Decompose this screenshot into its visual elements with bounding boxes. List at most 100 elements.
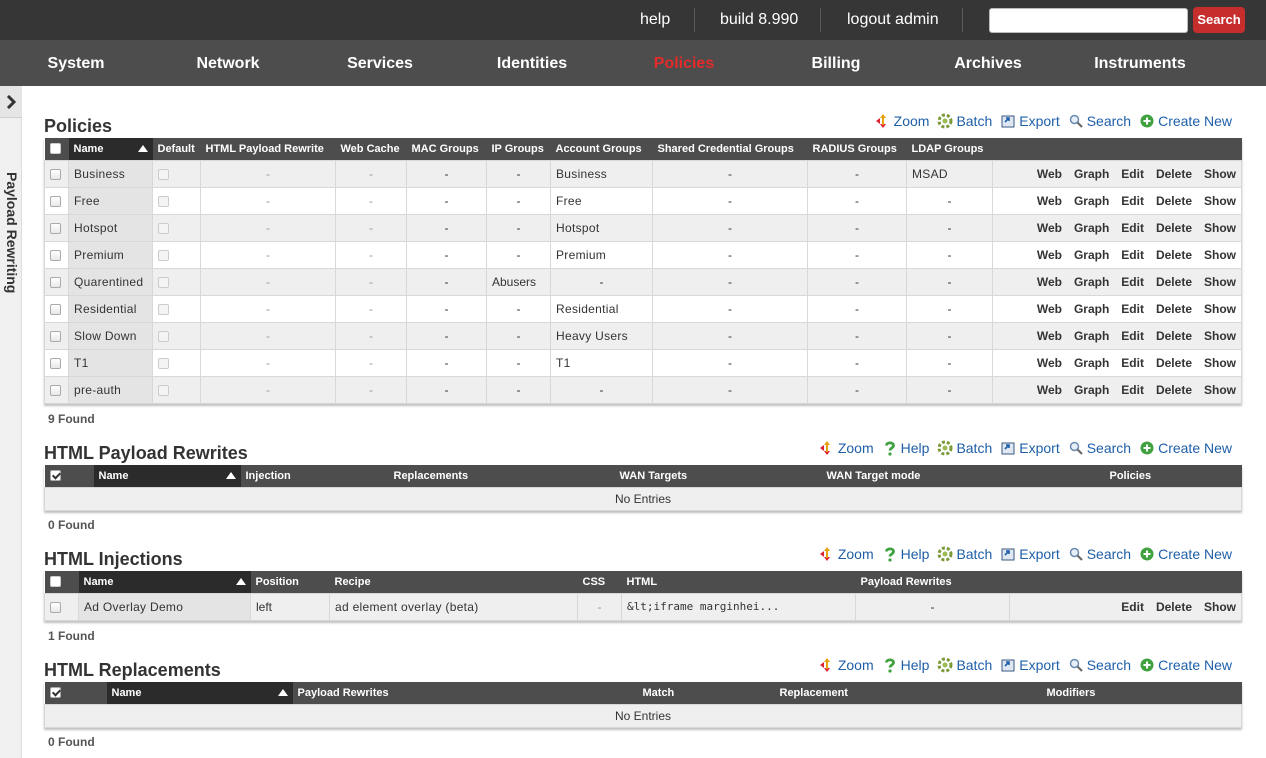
row-account-groups[interactable]: Heavy Users: [550, 321, 653, 350]
column-header[interactable]: Shared Credential Groups: [652, 138, 808, 160]
show-link[interactable]: Show: [1204, 302, 1236, 316]
row-checkbox[interactable]: [44, 213, 69, 242]
row-default[interactable]: [152, 240, 201, 269]
column-header-name[interactable]: Name: [78, 571, 251, 593]
show-link[interactable]: Show: [1204, 275, 1236, 289]
delete-link[interactable]: Delete: [1156, 275, 1192, 289]
export-action[interactable]: Export: [1000, 113, 1060, 129]
row-shared-credential-groups[interactable]: -: [652, 213, 808, 242]
row-name[interactable]: Slow Down: [68, 321, 153, 350]
row-mac-groups[interactable]: -: [406, 240, 487, 269]
web-link[interactable]: Web: [1037, 302, 1062, 316]
row-mac-groups[interactable]: -: [406, 375, 487, 404]
edit-link[interactable]: Edit: [1121, 248, 1144, 262]
table-row[interactable]: Free - - - - Free - - - Web Graph Edit Delete Show: [44, 186, 1242, 215]
graph-link[interactable]: Graph: [1074, 356, 1109, 370]
search-action[interactable]: Search: [1068, 657, 1131, 673]
help-link[interactable]: help: [640, 0, 670, 40]
row-checkbox[interactable]: [44, 592, 79, 621]
column-header[interactable]: HTML: [621, 571, 856, 593]
row-mac-groups[interactable]: -: [406, 348, 487, 377]
show-link[interactable]: Show: [1204, 248, 1236, 262]
row-shared-credential-groups[interactable]: -: [652, 294, 808, 323]
create-new-action[interactable]: Create New: [1139, 113, 1232, 129]
create-new-action[interactable]: Create New: [1139, 657, 1232, 673]
row-radius-groups[interactable]: -: [807, 375, 907, 404]
show-link[interactable]: Show: [1204, 329, 1236, 343]
column-header-name[interactable]: Name: [93, 465, 241, 487]
column-header[interactable]: Payload Rewrites: [855, 571, 1010, 593]
table-row[interactable]: Hotspot - - - - Hotspot - - - Web Graph Edit Delete S…: [44, 213, 1242, 242]
row-account-groups[interactable]: Residential: [550, 294, 653, 323]
row-checkbox[interactable]: [44, 321, 69, 350]
row-account-groups[interactable]: Hotspot: [550, 213, 653, 242]
column-header[interactable]: LDAP Groups: [906, 138, 993, 160]
row-ip-groups[interactable]: -: [486, 213, 551, 242]
row-ip-groups[interactable]: -: [486, 321, 551, 350]
batch-action[interactable]: Batch: [937, 113, 992, 129]
web-link[interactable]: Web: [1037, 356, 1062, 370]
row-name[interactable]: Premium: [68, 240, 153, 269]
nav-instruments[interactable]: Instruments: [1065, 40, 1215, 86]
web-link[interactable]: Web: [1037, 167, 1062, 181]
row-ldap-groups[interactable]: -: [906, 321, 993, 350]
column-header-name[interactable]: Name: [68, 138, 153, 160]
show-link[interactable]: Show: [1204, 383, 1236, 397]
batch-action[interactable]: Batch: [937, 657, 992, 673]
delete-link[interactable]: Delete: [1156, 600, 1192, 614]
web-link[interactable]: Web: [1037, 194, 1062, 208]
row-default[interactable]: [152, 159, 201, 188]
select-all-checkbox[interactable]: [44, 682, 107, 704]
row-ldap-groups[interactable]: -: [906, 294, 993, 323]
row-ip-groups[interactable]: -: [486, 159, 551, 188]
export-action[interactable]: Export: [1000, 657, 1060, 673]
graph-link[interactable]: Graph: [1074, 248, 1109, 262]
row-ldap-groups[interactable]: -: [906, 267, 993, 296]
column-header[interactable]: Modifiers: [1041, 682, 1242, 704]
nav-billing[interactable]: Billing: [761, 40, 911, 86]
export-action[interactable]: Export: [1000, 546, 1060, 562]
row-radius-groups[interactable]: -: [807, 213, 907, 242]
select-all-checkbox[interactable]: [44, 138, 69, 160]
row-mac-groups[interactable]: -: [406, 267, 487, 296]
column-header[interactable]: HTML Payload Rewrite: [200, 138, 336, 160]
row-account-groups[interactable]: T1: [550, 348, 653, 377]
column-header-name[interactable]: Name: [106, 682, 293, 704]
batch-action[interactable]: Batch: [937, 546, 992, 562]
row-name[interactable]: Residential: [68, 294, 153, 323]
web-link[interactable]: Web: [1037, 275, 1062, 289]
table-row[interactable]: Business - - - - Business - - MSAD Web Graph Edit De…: [44, 159, 1242, 188]
row-ldap-groups[interactable]: -: [906, 348, 993, 377]
help-action[interactable]: Help: [882, 657, 929, 673]
row-ip-groups[interactable]: -: [486, 294, 551, 323]
row-name[interactable]: Quarentined: [68, 267, 153, 296]
edit-link[interactable]: Edit: [1121, 275, 1144, 289]
search-action[interactable]: Search: [1068, 546, 1131, 562]
row-default[interactable]: [152, 348, 201, 377]
search-action[interactable]: Search: [1068, 440, 1131, 456]
edit-link[interactable]: Edit: [1121, 356, 1144, 370]
column-header[interactable]: Payload Rewrites: [292, 682, 638, 704]
help-action[interactable]: Help: [882, 440, 929, 456]
row-default[interactable]: [152, 267, 201, 296]
search-button[interactable]: Search: [1193, 7, 1245, 33]
edit-link[interactable]: Edit: [1121, 600, 1144, 614]
row-shared-credential-groups[interactable]: -: [652, 267, 808, 296]
delete-link[interactable]: Delete: [1156, 194, 1192, 208]
row-shared-credential-groups[interactable]: -: [652, 375, 808, 404]
web-link[interactable]: Web: [1037, 248, 1062, 262]
row-name[interactable]: Business: [68, 159, 153, 188]
row-radius-groups[interactable]: -: [807, 267, 907, 296]
graph-link[interactable]: Graph: [1074, 302, 1109, 316]
table-row[interactable]: T1- - - - T1- - - Web Graph Edit Delete Show: [44, 348, 1242, 377]
row-account-groups[interactable]: -: [550, 267, 653, 296]
nav-system[interactable]: System: [1, 40, 151, 86]
edit-link[interactable]: Edit: [1121, 221, 1144, 235]
row-ldap-groups[interactable]: -: [906, 213, 993, 242]
column-header[interactable]: Injection: [240, 465, 389, 487]
row-mac-groups[interactable]: -: [406, 186, 487, 215]
row-default[interactable]: [152, 186, 201, 215]
row-shared-credential-groups[interactable]: -: [652, 348, 808, 377]
search-input[interactable]: [989, 8, 1188, 33]
row-name[interactable]: Free: [68, 186, 153, 215]
